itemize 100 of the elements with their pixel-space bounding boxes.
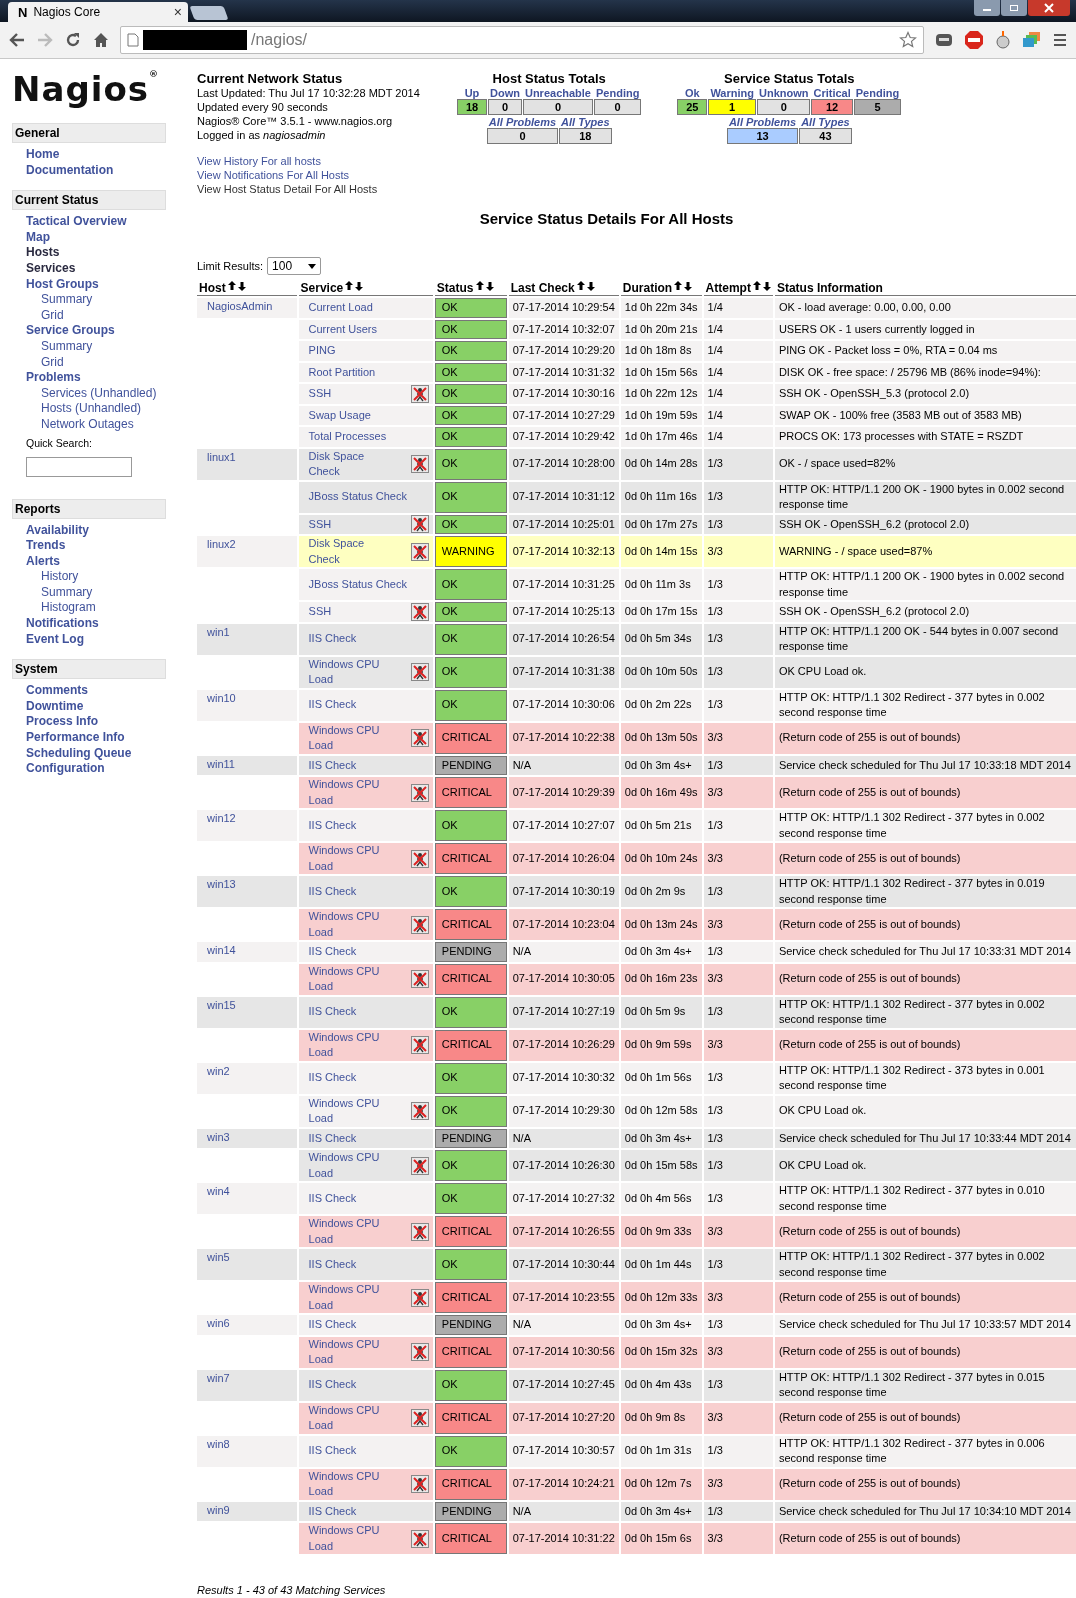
- host-link[interactable]: win14: [207, 944, 236, 956]
- minimize-button[interactable]: [974, 0, 1000, 16]
- service-link[interactable]: Windows CPU Load: [308, 1150, 391, 1181]
- crossed-figure-icon[interactable]: [410, 663, 429, 681]
- crossed-figure-icon[interactable]: [410, 384, 429, 403]
- service-link[interactable]: Windows CPU Load: [308, 1095, 391, 1127]
- view-link[interactable]: View Host Status Detail For All Hosts: [197, 182, 378, 196]
- host-link[interactable]: win6: [207, 1317, 230, 1329]
- close-tab-button[interactable]: ×: [173, 4, 182, 20]
- crossed-figure-icon[interactable]: [410, 849, 429, 868]
- view-link[interactable]: View History For all hosts: [197, 154, 321, 168]
- service-link[interactable]: IIS Check: [308, 1443, 357, 1459]
- service-link[interactable]: IIS Check: [308, 944, 357, 960]
- nav-link[interactable]: Tactical Overview: [26, 214, 127, 230]
- crossed-figure-icon[interactable]: [410, 783, 429, 802]
- totals-link[interactable]: Up: [462, 87, 482, 99]
- nav-link[interactable]: Documentation: [26, 162, 114, 179]
- service-link[interactable]: SSH: [308, 604, 332, 620]
- host-link[interactable]: win12: [207, 812, 236, 824]
- service-link[interactable]: Disk Space Check: [308, 448, 391, 480]
- nav-link[interactable]: Hosts: [26, 245, 60, 261]
- view-link[interactable]: View Notifications For All Hosts: [197, 168, 350, 182]
- nav-link[interactable]: Host Groups: [26, 276, 99, 293]
- nav-link[interactable]: Summary: [26, 338, 93, 355]
- nav-link[interactable]: Services: [26, 260, 76, 277]
- stop-sign-icon[interactable]: [964, 30, 984, 50]
- host-link[interactable]: win13: [207, 878, 236, 890]
- crossed-figure-icon[interactable]: [410, 455, 429, 473]
- service-link[interactable]: JBoss Status Check: [308, 576, 407, 593]
- host-link[interactable]: win10: [207, 691, 236, 704]
- host-link[interactable]: win8: [207, 1437, 230, 1450]
- service-link[interactable]: IIS Check: [308, 883, 357, 900]
- nav-link[interactable]: Services (Unhandled): [26, 385, 157, 402]
- sort-arrows-icon[interactable]: [752, 281, 771, 291]
- nav-link[interactable]: Problems: [26, 370, 81, 386]
- nav-link[interactable]: Service Groups: [26, 323, 115, 339]
- crossed-figure-icon[interactable]: [410, 1343, 429, 1361]
- host-link[interactable]: win2: [207, 1064, 230, 1077]
- crossed-figure-icon[interactable]: [410, 970, 429, 988]
- service-link[interactable]: Windows CPU Load: [308, 656, 391, 688]
- host-link[interactable]: win1: [207, 625, 230, 638]
- nav-link[interactable]: Performance Info: [26, 730, 125, 746]
- sort-arrows-icon[interactable]: [345, 281, 364, 291]
- crossed-figure-icon[interactable]: [410, 1409, 429, 1427]
- maximize-button[interactable]: [1001, 0, 1027, 16]
- nav-link[interactable]: Notifications: [26, 616, 99, 632]
- service-link[interactable]: Windows CPU Load: [308, 1216, 391, 1247]
- service-link[interactable]: Windows CPU Load: [308, 843, 391, 874]
- back-icon[interactable]: [8, 31, 26, 49]
- totals-link[interactable]: Unknown: [756, 87, 811, 99]
- service-link[interactable]: Windows CPU Load: [308, 1336, 391, 1368]
- nav-link[interactable]: Downtime: [26, 698, 84, 715]
- service-link[interactable]: IIS Check: [308, 631, 357, 647]
- home-icon[interactable]: [92, 31, 110, 49]
- totals-link[interactable]: All Problems: [726, 116, 799, 128]
- nagios-logo[interactable]: Nagios$^{®}$: [12, 69, 159, 109]
- service-link[interactable]: Windows CPU Load: [308, 909, 391, 940]
- service-link[interactable]: IIS Check: [308, 1256, 357, 1273]
- service-link[interactable]: IIS Check: [308, 1317, 357, 1333]
- totals-link[interactable]: All Types: [799, 116, 852, 128]
- service-link[interactable]: Windows CPU Load: [308, 963, 391, 995]
- service-link[interactable]: Windows CPU Load: [308, 777, 391, 808]
- crossed-figure-icon[interactable]: [410, 1036, 429, 1054]
- star-icon[interactable]: [899, 31, 917, 49]
- crossed-figure-icon[interactable]: [410, 1222, 429, 1241]
- service-link[interactable]: Windows CPU Load: [308, 1029, 391, 1061]
- service-link[interactable]: IIS Check: [308, 1004, 357, 1020]
- host-link[interactable]: linux2: [207, 538, 236, 550]
- service-link[interactable]: Current Users: [308, 321, 377, 337]
- crossed-figure-icon[interactable]: [410, 515, 429, 534]
- nav-link[interactable]: Network Outages: [26, 416, 134, 433]
- crossed-figure-icon[interactable]: [410, 1288, 429, 1307]
- nav-link[interactable]: Alerts: [26, 553, 60, 570]
- totals-link[interactable]: Unreachable: [522, 87, 593, 99]
- service-link[interactable]: IIS Check: [308, 697, 357, 713]
- extension-icon[interactable]: [934, 31, 954, 49]
- host-link[interactable]: win3: [207, 1130, 230, 1143]
- crossed-figure-icon[interactable]: [410, 602, 429, 621]
- nav-link[interactable]: Event Log: [26, 631, 84, 648]
- nav-link[interactable]: Grid: [26, 354, 64, 371]
- service-link[interactable]: Windows CPU Load: [308, 1282, 391, 1313]
- host-link[interactable]: linux1: [207, 450, 236, 463]
- nav-link[interactable]: Trends: [26, 538, 66, 554]
- service-link[interactable]: IIS Check: [308, 1130, 357, 1146]
- nav-link[interactable]: Process Info: [26, 714, 99, 731]
- nav-link[interactable]: Comments: [26, 683, 88, 699]
- service-link[interactable]: SSH: [308, 516, 332, 532]
- totals-link[interactable]: Down: [488, 87, 522, 99]
- service-link[interactable]: Windows CPU Load: [308, 1402, 391, 1434]
- service-link[interactable]: Windows CPU Load: [308, 1523, 391, 1554]
- service-link[interactable]: IIS Check: [308, 1070, 357, 1086]
- host-link[interactable]: win11: [207, 757, 235, 770]
- service-link[interactable]: IIS Check: [308, 1377, 357, 1393]
- nav-link[interactable]: Map: [26, 229, 50, 246]
- host-link[interactable]: win4: [207, 1185, 230, 1197]
- totals-link[interactable]: Ok: [683, 87, 702, 99]
- crossed-figure-icon[interactable]: [410, 1475, 429, 1493]
- nav-link[interactable]: Configuration: [26, 761, 105, 777]
- service-link[interactable]: Root Partition: [308, 364, 376, 380]
- sort-arrows-icon[interactable]: [227, 281, 246, 291]
